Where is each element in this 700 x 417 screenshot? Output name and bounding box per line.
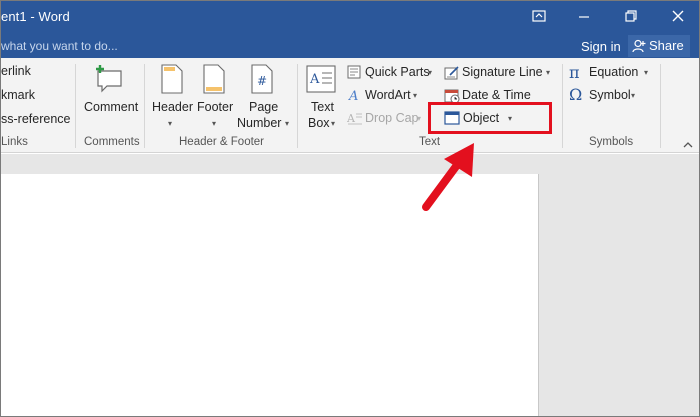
wordart-dropdown-icon[interactable]: ▾ xyxy=(413,91,417,100)
footer-dropdown-icon[interactable]: ▾ xyxy=(212,119,216,128)
group-divider xyxy=(562,64,563,148)
wordart-icon: A xyxy=(348,88,362,107)
ribbon-display-options-button[interactable] xyxy=(526,5,552,29)
close-button[interactable] xyxy=(665,5,691,29)
svg-text:A: A xyxy=(348,89,358,102)
bookmark-button[interactable]: kmark xyxy=(1,88,35,102)
insert-ribbon: erlink kmark ss-reference Links Comment … xyxy=(1,58,699,154)
header-button[interactable]: Header xyxy=(152,100,193,114)
text-box-icon: A xyxy=(306,65,336,98)
equation-icon: π xyxy=(569,63,580,82)
object-highlight-box xyxy=(428,102,552,134)
equation-dropdown-icon[interactable]: ▾ xyxy=(644,68,648,77)
equation-button[interactable]: Equation xyxy=(589,65,638,79)
close-icon xyxy=(672,10,684,22)
svg-text:A: A xyxy=(347,112,356,125)
title-bar: ent1 - Word xyxy=(1,1,699,34)
signature-line-dropdown-icon[interactable]: ▾ xyxy=(546,68,550,77)
header-dropdown-icon[interactable]: ▾ xyxy=(168,119,172,128)
share-button[interactable]: Share xyxy=(628,35,690,57)
restore-button[interactable] xyxy=(618,5,644,29)
comment-icon xyxy=(93,64,125,99)
signature-line-button[interactable]: Signature Line xyxy=(462,65,543,79)
word-window: ent1 - Word what you want to do... Sign … xyxy=(0,0,700,417)
hyperlink-button[interactable]: erlink xyxy=(1,64,31,78)
links-group-label: Links xyxy=(1,136,28,148)
group-divider xyxy=(144,64,145,148)
drop-cap-icon: A xyxy=(346,111,363,130)
signature-line-icon xyxy=(444,65,460,86)
omega-symbol-icon: Ω xyxy=(569,85,583,104)
drop-cap-button[interactable]: Drop Cap xyxy=(365,111,419,125)
header-icon xyxy=(161,64,183,99)
svg-text:A: A xyxy=(309,72,320,87)
symbol-button[interactable]: Symbol xyxy=(589,88,631,102)
minimize-button[interactable] xyxy=(571,5,597,29)
wordart-button[interactable]: WordArt xyxy=(365,88,411,102)
tell-me-input[interactable]: what you want to do... xyxy=(1,39,118,53)
document-area xyxy=(1,154,699,416)
group-divider xyxy=(660,64,661,148)
quick-parts-button[interactable]: Quick Parts xyxy=(365,65,430,79)
tell-me-bar: what you want to do... Sign in Share xyxy=(1,34,699,58)
cross-reference-button[interactable]: ss-reference xyxy=(1,112,70,126)
drop-cap-dropdown-icon[interactable]: ▾ xyxy=(417,114,421,123)
page-number-label-top[interactable]: Page xyxy=(249,100,278,114)
footer-icon xyxy=(203,64,225,99)
symbol-dropdown-icon[interactable]: ▾ xyxy=(631,91,635,100)
text-box-button[interactable]: Text xyxy=(311,100,334,114)
restore-icon xyxy=(625,10,637,22)
comments-group-label: Comments xyxy=(84,136,140,148)
page-number-dropdown-icon[interactable]: ▾ xyxy=(285,119,289,128)
share-person-icon xyxy=(632,39,646,53)
comment-button[interactable]: Comment xyxy=(84,100,138,114)
text-box-label-bottom[interactable]: Box xyxy=(308,116,330,130)
window-title: ent1 - Word xyxy=(1,9,70,24)
page-number-icon: # xyxy=(251,64,273,99)
quick-parts-dropdown-icon[interactable]: ▾ xyxy=(428,68,432,77)
sign-in-link[interactable]: Sign in xyxy=(581,39,621,54)
svg-text:#: # xyxy=(257,74,267,88)
text-box-dropdown-icon[interactable]: ▾ xyxy=(331,119,335,128)
red-arrow-annotation xyxy=(422,143,474,211)
share-label: Share xyxy=(649,38,684,53)
header-footer-group-label: Header & Footer xyxy=(179,136,265,148)
page-number-button[interactable]: Number xyxy=(237,116,281,130)
ribbon-display-icon xyxy=(532,10,546,22)
symbols-group-label: Symbols xyxy=(589,136,634,148)
quick-parts-icon xyxy=(347,65,361,84)
group-divider xyxy=(297,64,298,148)
group-divider xyxy=(75,64,76,148)
collapse-ribbon-icon[interactable] xyxy=(683,136,693,154)
footer-button[interactable]: Footer xyxy=(197,100,233,114)
date-time-button[interactable]: Date & Time xyxy=(462,88,531,102)
minimize-icon xyxy=(579,16,589,18)
